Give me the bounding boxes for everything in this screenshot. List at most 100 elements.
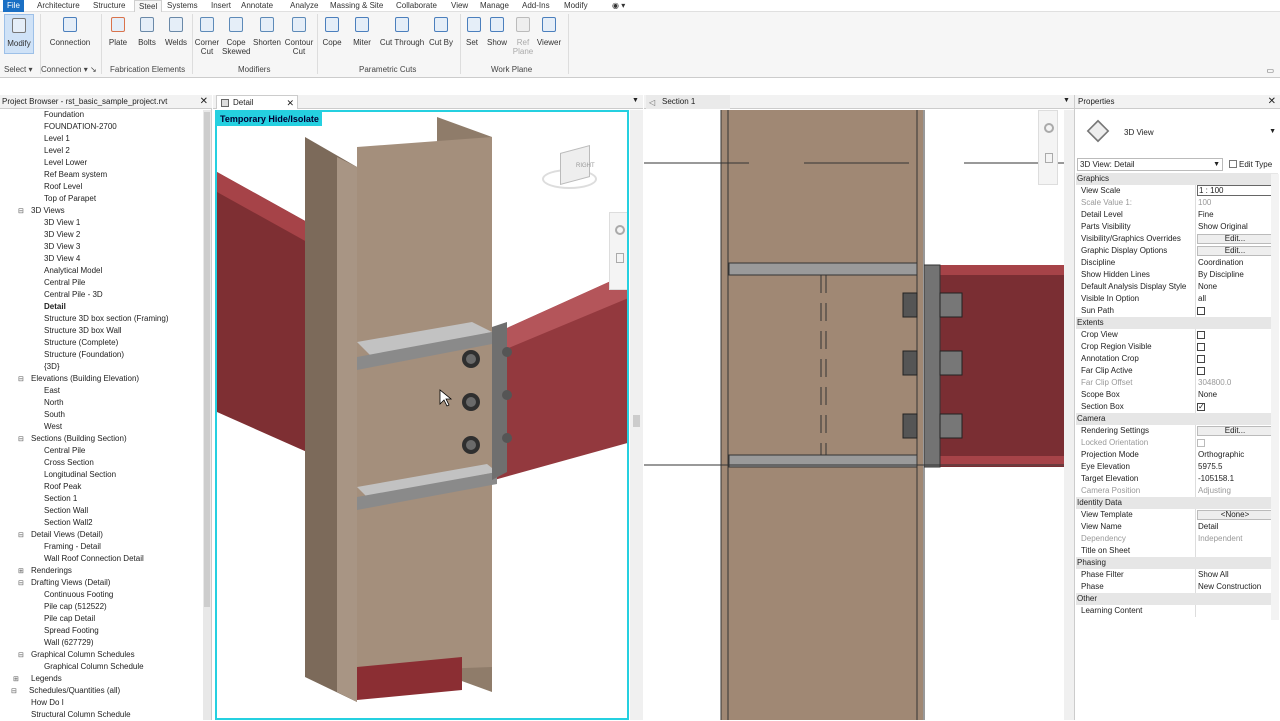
collapse-icon[interactable]: ⊟ — [18, 207, 24, 215]
browser-item[interactable]: West — [44, 421, 62, 433]
property-checkbox[interactable] — [1197, 331, 1205, 339]
viewcube[interactable]: RIGHT — [542, 144, 597, 197]
browser-item[interactable]: Continuous Footing — [44, 589, 113, 601]
steering-wheel-icon[interactable] — [1044, 123, 1054, 133]
navigation-bar[interactable] — [1038, 110, 1058, 185]
property-value[interactable]: None — [1197, 281, 1273, 293]
browser-item[interactable]: How Do I — [31, 697, 64, 709]
property-group-other[interactable]: Other⌃ — [1076, 593, 1278, 605]
ribbon-button-ref-plane[interactable]: Ref Plane — [512, 14, 534, 56]
collapse-icon[interactable]: ⊟ — [18, 579, 24, 587]
browser-item[interactable]: Wall (627729) — [44, 637, 94, 649]
contextual-tab-dropdown-icon[interactable]: ◉ ▾ — [608, 0, 629, 12]
browser-item[interactable]: Level Lower — [44, 157, 87, 169]
property-group-graphics[interactable]: Graphics⌃ — [1076, 173, 1278, 185]
property-value[interactable]: -105158.1 — [1197, 473, 1273, 485]
browser-node[interactable]: Renderings — [31, 565, 72, 577]
browser-item[interactable]: Roof Peak — [44, 481, 81, 493]
browser-item[interactable]: Level 1 — [44, 133, 70, 145]
property-value[interactable]: all — [1197, 293, 1273, 305]
property-group-phasing[interactable]: Phasing⌃ — [1076, 557, 1278, 569]
browser-item[interactable]: Central Pile — [44, 445, 85, 457]
ribbon-button-modify[interactable]: Modify — [4, 14, 34, 54]
browser-item[interactable]: Section Wall — [44, 505, 88, 517]
browser-item[interactable]: Foundation — [44, 109, 84, 121]
view-splitter[interactable] — [1064, 110, 1074, 720]
browser-item[interactable]: Central Pile — [44, 277, 85, 289]
ribbon-button-viewer[interactable]: Viewer — [536, 14, 562, 47]
browser-item[interactable]: Top of Parapet — [44, 193, 96, 205]
browser-item[interactable]: Structure (Foundation) — [44, 349, 124, 361]
tab-file[interactable]: File — [3, 0, 24, 12]
property-value[interactable]: Show Original — [1197, 221, 1273, 233]
tab-annotate[interactable]: Annotate — [237, 0, 277, 12]
property-checkbox[interactable] — [1197, 343, 1205, 351]
property-value[interactable]: 1 : 100 — [1197, 185, 1273, 196]
expand-icon[interactable]: ⊞ — [18, 567, 24, 575]
browser-item[interactable]: Structure (Complete) — [44, 337, 118, 349]
collapse-icon[interactable]: ⊟ — [11, 687, 17, 695]
ribbon-button-corner-cut[interactable]: Corner Cut — [192, 14, 222, 56]
edit-type-button[interactable]: Edit Type — [1229, 158, 1277, 171]
collapse-icon[interactable]: ⊟ — [18, 531, 24, 539]
ribbon-button-show[interactable]: Show — [485, 14, 509, 47]
ribbon-button-cut-through[interactable]: Cut Through — [378, 14, 426, 47]
property-value[interactable]: 5975.5 — [1197, 461, 1273, 473]
property-edit-button[interactable]: Edit... — [1197, 426, 1273, 436]
property-checkbox[interactable] — [1197, 307, 1205, 315]
tab-massing-site[interactable]: Massing & Site — [326, 0, 387, 12]
browser-node[interactable]: Sections (Building Section) — [31, 433, 127, 445]
tab-view[interactable]: View — [447, 0, 472, 12]
close-icon[interactable]: ✕ — [1268, 95, 1276, 109]
expand-icon[interactable]: ⊞ — [13, 675, 19, 683]
browser-item[interactable]: Pile cap (512522) — [44, 601, 107, 613]
ribbon-button-cope[interactable]: Cope — [319, 14, 345, 47]
chevron-down-icon[interactable]: ▼ — [632, 97, 639, 104]
browser-item[interactable]: 3D View 3 — [44, 241, 80, 253]
browser-scroll-thumb[interactable] — [204, 112, 210, 607]
ribbon-button-welds[interactable]: Welds — [164, 14, 188, 47]
tab-structure[interactable]: Structure — [89, 0, 129, 12]
ribbon-button-miter[interactable]: Miter — [350, 14, 374, 47]
ribbon-button-cope-skewed[interactable]: Cope Skewed — [222, 14, 250, 56]
minimize-ribbon-icon[interactable]: ▭ — [1266, 66, 1274, 75]
property-group-identity-data[interactable]: Identity Data⌃ — [1076, 497, 1278, 509]
property-checkbox[interactable]: ✓ — [1197, 402, 1205, 411]
ribbon-button-shorten[interactable]: Shorten — [252, 14, 282, 47]
tab-architecture[interactable]: Architecture — [33, 0, 84, 12]
browser-item[interactable]: Section 1 — [44, 493, 77, 505]
tab-analyze[interactable]: Analyze — [286, 0, 322, 12]
browser-item[interactable]: 3D View 4 — [44, 253, 80, 265]
ribbon-button-set[interactable]: Set — [463, 14, 481, 47]
browser-node[interactable]: Schedules/Quantities (all) — [29, 685, 120, 697]
browser-item[interactable]: South — [44, 409, 65, 421]
browser-item[interactable]: 3D View 2 — [44, 229, 80, 241]
browser-node[interactable]: Drafting Views (Detail) — [31, 577, 110, 589]
close-icon[interactable]: ✕ — [286, 96, 294, 110]
browser-node[interactable]: Elevations (Building Elevation) — [31, 373, 139, 385]
tab-steel[interactable]: Steel — [134, 0, 163, 12]
tab-modify[interactable]: Modify — [560, 0, 592, 12]
navigation-bar[interactable] — [609, 212, 627, 290]
tab-insert[interactable]: Insert — [207, 0, 235, 12]
browser-item[interactable]: Longitudinal Section — [44, 469, 116, 481]
browser-item[interactable]: Structure 3D box Wall — [44, 325, 122, 337]
browser-item[interactable]: East — [44, 385, 60, 397]
property-edit-button[interactable]: Edit... — [1197, 234, 1273, 244]
properties-scrollbar[interactable] — [1271, 174, 1279, 620]
property-value[interactable]: Show All — [1197, 569, 1273, 581]
tab-section-1[interactable]: ◁ Section 1 — [646, 95, 730, 109]
browser-item[interactable]: North — [44, 397, 64, 409]
property-value[interactable]: Coordination — [1197, 257, 1273, 269]
browser-node[interactable]: Graphical Column Schedules — [31, 649, 135, 661]
chevron-down-icon[interactable]: ▼ — [1063, 97, 1070, 104]
splitter-handle[interactable] — [633, 415, 640, 427]
collapse-icon[interactable]: ⊟ — [18, 651, 24, 659]
zoom-icon[interactable] — [1045, 153, 1053, 163]
property-value[interactable]: By Discipline — [1197, 269, 1273, 281]
browser-item[interactable]: Section Wall2 — [44, 517, 93, 529]
property-value[interactable]: Detail — [1197, 521, 1273, 533]
browser-item[interactable]: Wall Roof Connection Detail — [44, 553, 144, 565]
type-selector[interactable]: 3D View ▼ — [1078, 113, 1276, 153]
property-value[interactable]: Orthographic — [1197, 449, 1273, 461]
